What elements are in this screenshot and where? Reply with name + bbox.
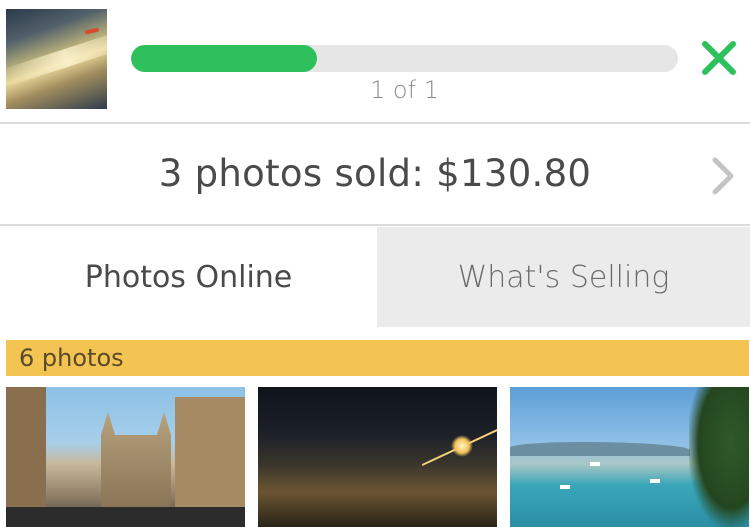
upload-thumbnail xyxy=(6,9,107,109)
thumbnail-light-ray xyxy=(6,27,107,89)
photo-boat xyxy=(560,485,570,489)
chevron-right-icon xyxy=(712,157,734,195)
photo-boat xyxy=(650,479,660,483)
photo-tabs: Photos Online What's Selling xyxy=(0,227,750,327)
close-x-icon xyxy=(702,41,736,75)
tab-whats-selling[interactable]: What's Selling xyxy=(377,227,750,327)
upload-progress-bar xyxy=(131,45,678,72)
upload-progress-fill xyxy=(131,45,317,72)
divider-middle xyxy=(0,224,750,226)
upload-progress-text: 1 of 1 xyxy=(370,76,439,104)
photo-thumbnail-sunset[interactable] xyxy=(258,387,497,527)
photo-crowd xyxy=(6,507,245,527)
sales-summary-text: 3 photos sold: $130.80 xyxy=(158,152,592,195)
photo-thumbnail-cathedral[interactable] xyxy=(6,387,245,527)
thumbnail-plane xyxy=(84,27,100,35)
sales-summary-row[interactable]: 3 photos sold: $130.80 xyxy=(0,124,750,224)
photo-hills xyxy=(510,442,690,456)
photo-count-label: 6 photos xyxy=(19,344,124,372)
photo-boat xyxy=(590,462,600,466)
photo-thumbnail-bay[interactable] xyxy=(510,387,749,527)
photo-tree xyxy=(689,387,749,527)
tab-photos-online[interactable]: Photos Online xyxy=(0,227,377,327)
close-button[interactable] xyxy=(699,38,739,78)
photo-building-left xyxy=(6,387,46,527)
photo-sun xyxy=(451,435,473,457)
photo-count-bar: 6 photos xyxy=(6,340,749,376)
